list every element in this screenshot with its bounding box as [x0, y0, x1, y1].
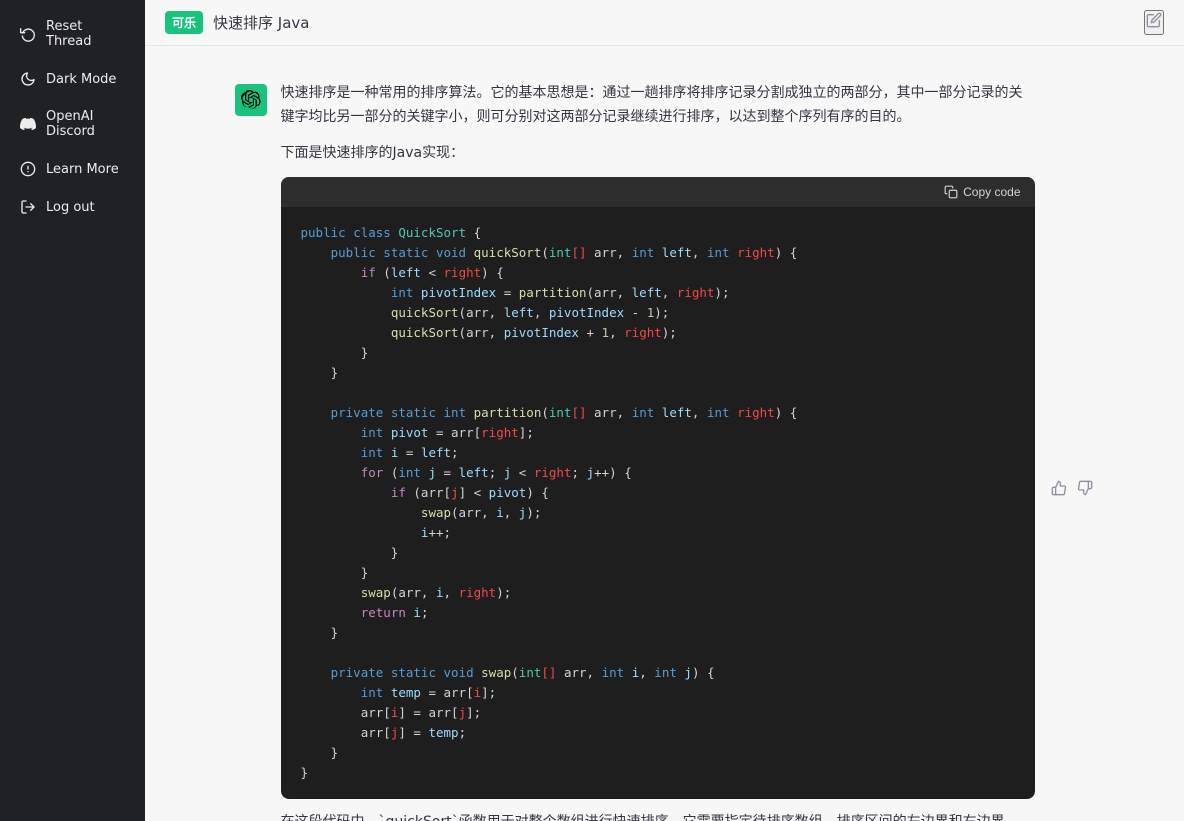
- edit-button[interactable]: [1144, 10, 1164, 35]
- reset-icon: [20, 26, 36, 42]
- learn-icon: [20, 161, 36, 177]
- sidebar-item-label: Log out: [46, 200, 95, 215]
- thumbs-down-button[interactable]: [1075, 84, 1095, 821]
- header-title: 快速排序 Java: [213, 12, 309, 33]
- moon-icon: [20, 71, 36, 87]
- message-text: 快速排序是一种常用的排序算法。它的基本思想是：通过一趟排序将排序记录分割成独立的…: [281, 82, 1035, 821]
- header-badge: 可乐: [165, 11, 203, 34]
- sidebar-item-learn-more[interactable]: Learn More: [6, 151, 139, 187]
- assistant-avatar: [235, 84, 267, 116]
- sidebar-item-log-out[interactable]: Log out: [6, 189, 139, 225]
- message-row: 快速排序是一种常用的排序算法。它的基本思想是：通过一趟排序将排序记录分割成独立的…: [215, 66, 1115, 821]
- sidebar-item-label: Dark Mode: [46, 72, 116, 87]
- sidebar-item-dark-mode[interactable]: Dark Mode: [6, 61, 139, 97]
- thumbs-up-button[interactable]: [1049, 84, 1069, 821]
- message-actions: [1049, 84, 1095, 821]
- code-header: Copy code: [281, 177, 1035, 207]
- code-block: Copy code public class QuickSort { publi…: [281, 177, 1035, 799]
- sidebar-item-label: OpenAI Discord: [46, 109, 125, 139]
- code-content: public class QuickSort { public static v…: [281, 207, 1035, 799]
- sidebar-item-label: Reset Thread: [46, 19, 125, 49]
- header: 可乐 快速排序 Java: [145, 0, 1184, 46]
- discord-icon: [20, 116, 36, 132]
- logout-icon: [20, 199, 36, 215]
- header-left: 可乐 快速排序 Java: [165, 11, 309, 34]
- copy-code-button[interactable]: Copy code: [944, 185, 1020, 199]
- sidebar: Reset Thread Dark Mode OpenAI Discord Le…: [0, 0, 145, 821]
- sidebar-item-openai-discord[interactable]: OpenAI Discord: [6, 99, 139, 149]
- sidebar-item-reset-thread[interactable]: Reset Thread: [6, 9, 139, 59]
- main-panel: 可乐 快速排序 Java 快速排序是一种常用的排序算法。它的基本思想是：通过一趟…: [145, 0, 1184, 821]
- copy-code-label: Copy code: [963, 185, 1020, 199]
- sidebar-item-label: Learn More: [46, 162, 119, 177]
- chat-area: 快速排序是一种常用的排序算法。它的基本思想是：通过一趟排序将排序记录分割成独立的…: [145, 46, 1184, 821]
